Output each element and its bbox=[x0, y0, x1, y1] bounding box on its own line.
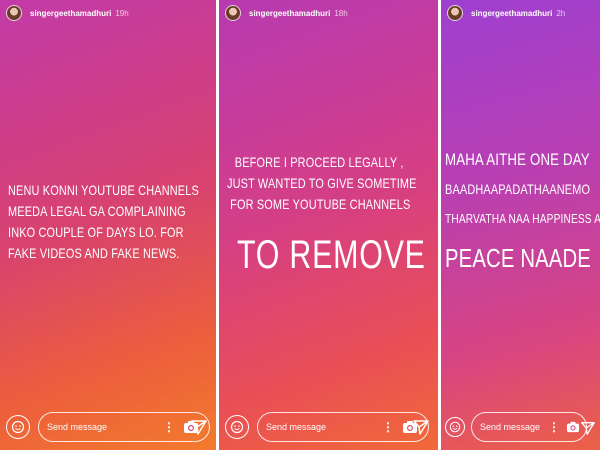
story-footer: Send message ⋮ bbox=[6, 412, 210, 442]
send-direct-icon[interactable] bbox=[580, 420, 596, 436]
story-text-line: meeda legal ga complaining bbox=[8, 203, 186, 219]
story-text: Nenu konni youtube channels meeda legal … bbox=[8, 180, 199, 264]
username[interactable]: singergeethamadhuri bbox=[30, 9, 111, 18]
avatar[interactable] bbox=[225, 5, 241, 21]
avatar[interactable] bbox=[6, 5, 22, 21]
story-panel-2: singergeethamadhuri 18h Before I proceed… bbox=[219, 0, 438, 450]
send-message-input[interactable]: Send message ⋮ bbox=[38, 412, 210, 442]
story-big-text: TO REMOVE bbox=[237, 233, 426, 277]
story-text-line: for some youtube channels bbox=[230, 196, 411, 212]
story-text-line: just wanted to give sometime bbox=[227, 175, 417, 191]
camera-circle-icon[interactable] bbox=[445, 417, 465, 437]
story-big-text: Peace naade bbox=[445, 243, 591, 273]
timestamp: 18h bbox=[334, 8, 348, 18]
send-direct-icon[interactable] bbox=[412, 418, 430, 436]
story-text-line: Nenu konni youtube channels bbox=[8, 182, 199, 198]
story-header: singergeethamadhuri 18h bbox=[225, 3, 348, 23]
avatar[interactable] bbox=[447, 5, 463, 21]
more-options-icon[interactable]: ⋮ bbox=[548, 421, 560, 433]
story-text-line: fake videos and fake news. bbox=[8, 245, 180, 261]
story-footer: Send message ⋮ bbox=[445, 412, 587, 442]
camera-circle-icon[interactable] bbox=[6, 415, 30, 439]
camera-icon[interactable] bbox=[566, 421, 580, 433]
story-text: Before I proceed legally , just wanted t… bbox=[227, 152, 417, 215]
story-footer: Send message ⋮ bbox=[225, 412, 429, 442]
send-message-input[interactable]: Send message ⋮ bbox=[257, 412, 429, 442]
camera-circle-icon[interactable] bbox=[225, 415, 249, 439]
username[interactable]: singergeethamadhuri bbox=[471, 9, 552, 18]
send-message-placeholder: Send message bbox=[47, 422, 108, 432]
story-panel-1: singergeethamadhuri 19h Nenu konni youtu… bbox=[0, 0, 216, 450]
more-options-icon[interactable]: ⋮ bbox=[382, 421, 394, 433]
story-panel-3: singergeethamadhuri 2h Maha aithe one da… bbox=[441, 0, 600, 450]
story-text-line: Baadhaapadathaanemo bbox=[445, 181, 591, 197]
story-text-line: Before I proceed legally , bbox=[234, 154, 404, 170]
send-message-placeholder: Send message bbox=[480, 422, 541, 432]
username[interactable]: singergeethamadhuri bbox=[249, 9, 330, 18]
send-message-placeholder: Send message bbox=[266, 422, 327, 432]
story-text-line: Maha aithe one day bbox=[445, 150, 590, 169]
story-text-line: Tharvatha naa happiness and bbox=[445, 211, 600, 226]
story-text-line: inko couple of days lo. For bbox=[8, 224, 184, 240]
timestamp: 19h bbox=[115, 8, 129, 18]
timestamp: 2h bbox=[556, 8, 566, 18]
more-options-icon[interactable]: ⋮ bbox=[163, 421, 175, 433]
story-header: singergeethamadhuri 19h bbox=[6, 3, 129, 23]
send-message-input[interactable]: Send message ⋮ bbox=[471, 412, 587, 442]
send-direct-icon[interactable] bbox=[190, 418, 208, 436]
story-header: singergeethamadhuri 2h bbox=[447, 3, 565, 23]
